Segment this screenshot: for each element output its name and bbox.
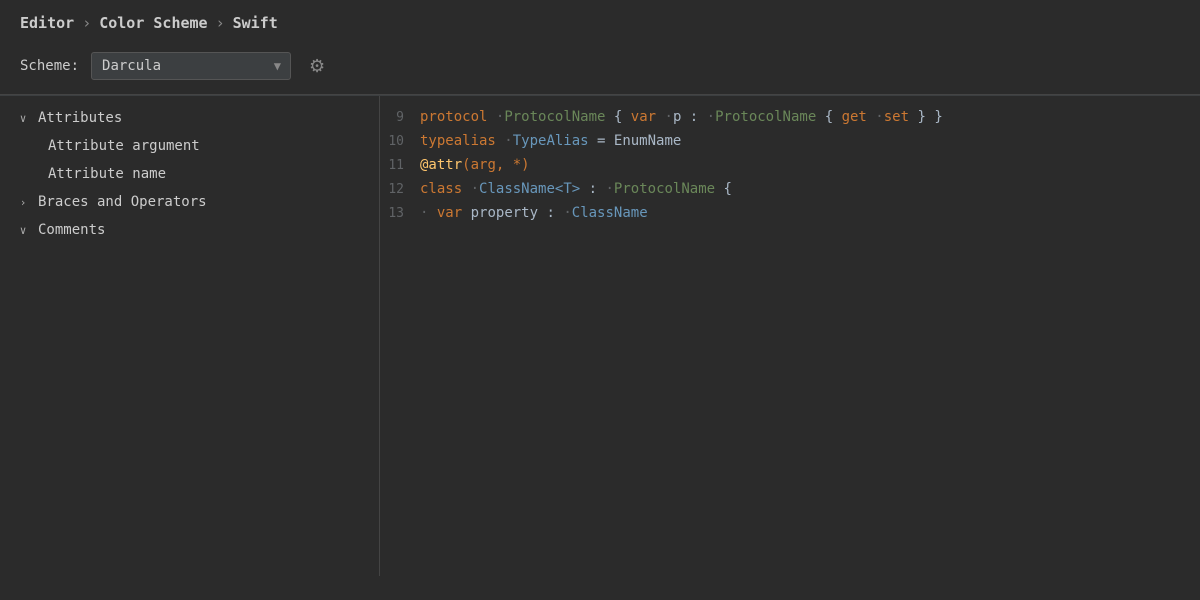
- code-line: 11@attr(arg, *): [380, 154, 1200, 178]
- syntax-token: ProtocolName: [614, 181, 715, 197]
- gear-button[interactable]: ⚙: [303, 54, 331, 79]
- line-number: 12: [380, 179, 416, 201]
- syntax-token: ProtocolName: [504, 109, 605, 125]
- syntax-token: @attr: [420, 157, 462, 173]
- syntax-token: [428, 205, 436, 221]
- tree-label-attribute-argument: Attribute argument: [48, 138, 200, 154]
- tree-panel: ∨ Attributes Attribute argument Attribut…: [0, 96, 380, 576]
- code-line: 9protocol ·ProtocolName { var ·p : ·Prot…: [380, 106, 1200, 130]
- scheme-row: Scheme: Darcula IntelliJ Light High Cont…: [0, 42, 1200, 95]
- tree-item-braces-operators[interactable]: › Braces and Operators: [0, 188, 379, 216]
- syntax-token: [656, 109, 664, 125]
- line-number: 11: [380, 155, 416, 177]
- code-line: 12class ·ClassName<T> : ·ProtocolName {: [380, 178, 1200, 202]
- breadcrumb: Editor › Color Scheme › Swift: [0, 0, 1200, 42]
- syntax-token: ·: [471, 181, 479, 197]
- syntax-token: (arg, *): [462, 157, 529, 173]
- syntax-token: property :: [462, 205, 555, 221]
- syntax-token: EnumName: [614, 133, 681, 149]
- code-preview-panel: 9protocol ·ProtocolName { var ·p : ·Prot…: [380, 96, 1200, 576]
- tree-item-attributes[interactable]: ∨ Attributes: [0, 104, 379, 132]
- chevron-right-icon: ›: [16, 196, 30, 209]
- syntax-token: :: [580, 181, 597, 197]
- syntax-token: get: [842, 109, 867, 125]
- scheme-label: Scheme:: [20, 58, 79, 74]
- tree-item-attribute-argument[interactable]: Attribute argument: [0, 132, 379, 160]
- syntax-token: ·: [707, 109, 715, 125]
- line-content: class ·ClassName<T> : ·ProtocolName {: [416, 178, 732, 202]
- syntax-token: <T>: [555, 181, 580, 197]
- syntax-token: [698, 109, 706, 125]
- syntax-token: set: [884, 109, 909, 125]
- syntax-token: typealias: [420, 133, 496, 149]
- syntax-token: } }: [909, 109, 943, 125]
- main-area: ∨ Attributes Attribute argument Attribut…: [0, 96, 1200, 576]
- line-content: typealias ·TypeAlias = EnumName: [416, 130, 681, 154]
- syntax-token: [487, 109, 495, 125]
- syntax-token: var: [437, 205, 462, 221]
- tree-item-comments[interactable]: ∨ Comments: [0, 216, 379, 244]
- code-block: 9protocol ·ProtocolName { var ·p : ·Prot…: [380, 96, 1200, 236]
- syntax-token: var: [631, 109, 656, 125]
- syntax-token: {: [715, 181, 732, 197]
- syntax-token: class: [420, 181, 462, 197]
- syntax-token: =: [589, 133, 614, 149]
- chevron-down-icon: ∨: [16, 224, 30, 237]
- syntax-token: ·: [563, 205, 571, 221]
- syntax-token: :: [681, 109, 698, 125]
- line-number: 10: [380, 131, 416, 153]
- breadcrumb-swift[interactable]: Swift: [233, 14, 278, 32]
- syntax-token: ClassName: [572, 205, 648, 221]
- syntax-token: ·: [504, 133, 512, 149]
- scheme-select[interactable]: Darcula IntelliJ Light High Contrast Mon…: [91, 52, 291, 80]
- syntax-token: ProtocolName: [715, 109, 816, 125]
- code-line: 10typealias ·TypeAlias = EnumName: [380, 130, 1200, 154]
- line-content: @attr(arg, *): [416, 154, 530, 178]
- scheme-select-wrapper[interactable]: Darcula IntelliJ Light High Contrast Mon…: [91, 52, 291, 80]
- breadcrumb-color-scheme[interactable]: Color Scheme: [99, 14, 207, 32]
- syntax-token: protocol: [420, 109, 487, 125]
- chevron-down-icon: ∨: [16, 112, 30, 125]
- tree-label-attributes: Attributes: [38, 110, 122, 126]
- line-number: 13: [380, 203, 416, 225]
- syntax-token: ·: [665, 109, 673, 125]
- tree-item-attribute-name[interactable]: Attribute name: [0, 160, 379, 188]
- line-content: · var property : ·ClassName: [416, 202, 648, 226]
- breadcrumb-sep-1: ›: [82, 14, 91, 32]
- breadcrumb-sep-2: ›: [216, 14, 225, 32]
- syntax-token: ·: [605, 181, 613, 197]
- syntax-token: TypeAlias: [513, 133, 589, 149]
- tree-label-braces-operators: Braces and Operators: [38, 194, 207, 210]
- syntax-token: ·: [875, 109, 883, 125]
- syntax-token: [462, 181, 470, 197]
- syntax-token: {: [816, 109, 841, 125]
- breadcrumb-editor[interactable]: Editor: [20, 14, 74, 32]
- line-content: protocol ·ProtocolName { var ·p : ·Proto…: [416, 106, 943, 130]
- code-line: 13 · var property : ·ClassName: [380, 202, 1200, 226]
- line-number: 9: [380, 107, 416, 129]
- tree-label-attribute-name: Attribute name: [48, 166, 166, 182]
- syntax-token: {: [605, 109, 630, 125]
- syntax-token: ClassName: [479, 181, 555, 197]
- tree-label-comments: Comments: [38, 222, 105, 238]
